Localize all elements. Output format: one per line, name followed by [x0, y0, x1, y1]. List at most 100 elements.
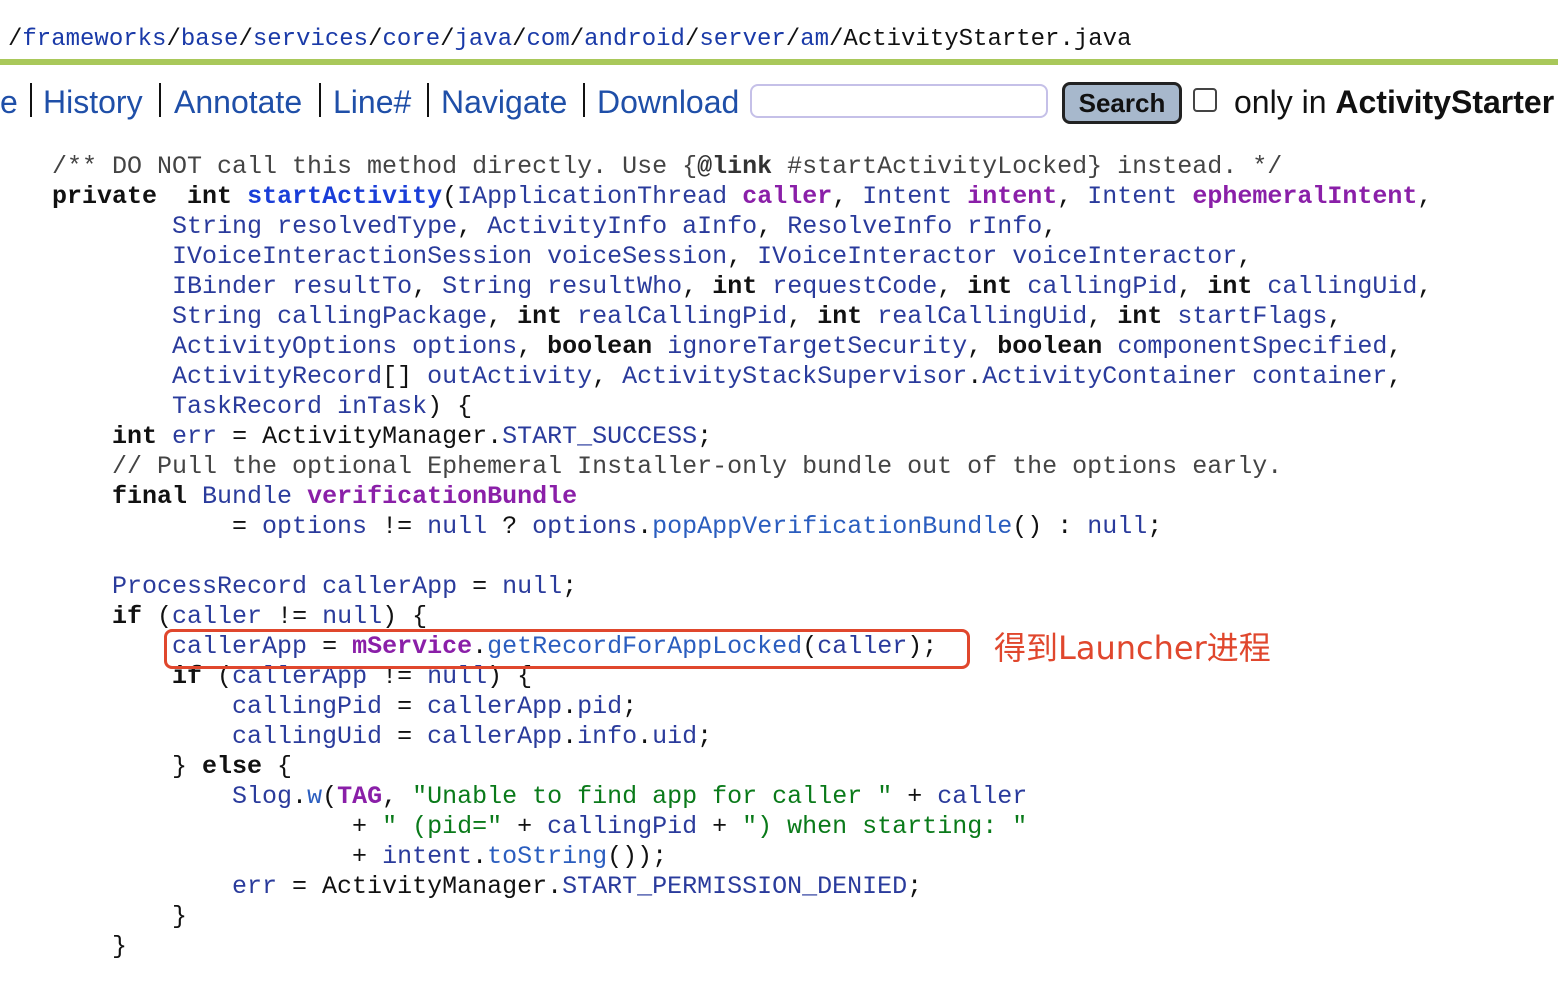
code-token: != [367, 512, 428, 541]
nav-link-navigate[interactable]: Navigate [441, 76, 567, 128]
nav-link-download[interactable]: Download [597, 76, 739, 128]
code-token: int [1207, 272, 1253, 301]
code-token: . [967, 362, 983, 391]
code-line: } [52, 932, 1432, 962]
code-token: . [637, 722, 653, 751]
code-token: Intent [1087, 182, 1178, 211]
code-line: ActivityOptions options, boolean ignoreT… [52, 332, 1432, 362]
code-token: resolvedType [277, 212, 458, 241]
code-token: null [322, 602, 383, 631]
code-token: callingPid [232, 692, 383, 721]
code-token: } [52, 752, 203, 781]
code-token: realCallingUid [877, 302, 1088, 331]
code-token: IVoiceInteractionSession [172, 242, 533, 271]
code-token: } [52, 902, 188, 931]
code-token: uid [652, 722, 698, 751]
code-token: err [172, 422, 218, 451]
breadcrumb-sep: / [368, 26, 383, 53]
code-token: ; [1147, 512, 1163, 541]
code-token: ignoreTargetSecurity [667, 332, 968, 361]
code-token: ()); [607, 842, 668, 871]
code-token: caller [937, 782, 1028, 811]
code-token: Bundle [202, 482, 293, 511]
code-token: options [412, 332, 518, 361]
code-token: int [517, 302, 563, 331]
code-token: () : [1012, 512, 1088, 541]
breadcrumb-sep: / [785, 26, 801, 53]
code-line: IVoiceInteractionSession voiceSession, I… [52, 242, 1432, 272]
code-token: ; [622, 692, 638, 721]
code-token: "Unable to find app for caller " [412, 782, 893, 811]
code-token: container [1252, 362, 1388, 391]
code-token: aInfo [682, 212, 758, 241]
code-token: caller [742, 182, 833, 211]
code-line: + " (pid=" + callingPid + ") when starti… [52, 812, 1432, 842]
breadcrumb-link-android[interactable]: android [584, 26, 685, 53]
code-token: verificationBundle [307, 482, 578, 511]
search-input[interactable] [750, 84, 1048, 118]
code-token: pid [577, 692, 623, 721]
code-token: ") when starting: " [742, 812, 1028, 841]
code-token: options [532, 512, 638, 541]
breadcrumb-link-services[interactable]: services [253, 26, 368, 53]
only-in-checkbox[interactable] [1193, 88, 1217, 112]
code-token: , [1387, 362, 1403, 391]
breadcrumb-link-base[interactable]: base [181, 26, 239, 53]
breadcrumb-link-am[interactable]: am [800, 26, 829, 53]
code-token: ; [562, 572, 578, 601]
code-line: int err = ActivityManager.START_SUCCESS; [52, 422, 1432, 452]
code-token: , [727, 242, 758, 271]
code-token: ( [142, 602, 173, 631]
nav-link-annotate[interactable]: Annotate [174, 76, 302, 128]
code-token: + [697, 812, 743, 841]
code-token: = [382, 722, 428, 751]
breadcrumb-link-com[interactable]: com [527, 26, 570, 53]
code-token: ( [442, 182, 458, 211]
code-token: + [502, 812, 548, 841]
code-token: err [232, 872, 278, 901]
breadcrumb-link-frameworks[interactable]: frameworks [22, 26, 166, 53]
search-button[interactable]: Search [1062, 82, 1182, 124]
code-line: + intent.toString()); [52, 842, 1432, 872]
nav-link-partial[interactable]: e [0, 76, 18, 128]
code-token: TAG [337, 782, 383, 811]
code-token: boolean [547, 332, 653, 361]
only-in-text: only in [1234, 84, 1327, 120]
code-token: toString [487, 842, 608, 871]
highlight-box [164, 629, 970, 669]
nav-link-line-numbers[interactable]: Line# [333, 76, 411, 128]
code-token: [] [382, 362, 428, 391]
breadcrumb-link-server[interactable]: server [699, 26, 785, 53]
code-token: IApplicationThread [457, 182, 728, 211]
nav-link-history[interactable]: History [43, 76, 143, 128]
code-token: , [382, 782, 413, 811]
code-token: , [1042, 212, 1058, 241]
breadcrumb-link-core[interactable]: core [382, 26, 440, 53]
code-token: callingPid [547, 812, 698, 841]
code-token: callerApp [427, 692, 563, 721]
code-line: final Bundle verificationBundle [52, 482, 1432, 512]
code-token: intent [967, 182, 1058, 211]
code-token: ; [697, 422, 713, 451]
code-token: = [382, 692, 428, 721]
code-token: START_PERMISSION_DENIED [562, 872, 908, 901]
breadcrumb-link-java[interactable]: java [455, 26, 513, 53]
code-token: . [562, 722, 578, 751]
